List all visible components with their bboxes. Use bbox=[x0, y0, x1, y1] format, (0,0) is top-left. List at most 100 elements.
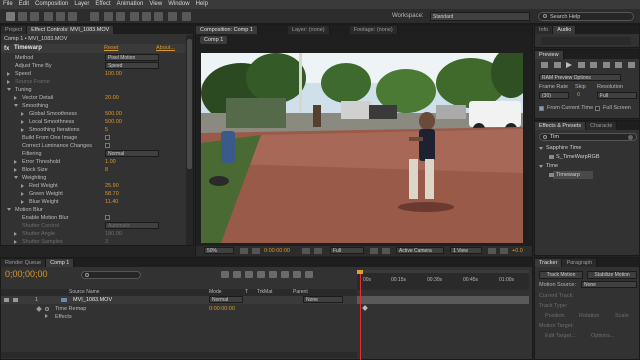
property-value[interactable]: 58.70 bbox=[105, 190, 119, 198]
col-trkmat[interactable]: TrkMat bbox=[257, 289, 272, 296]
first-frame-icon[interactable] bbox=[541, 62, 548, 68]
tab-project[interactable]: Project bbox=[1, 26, 28, 34]
property-value[interactable]: 11.40 bbox=[105, 198, 118, 206]
hand-tool-icon[interactable] bbox=[18, 12, 27, 21]
roto-brush-tool-icon[interactable] bbox=[168, 12, 177, 21]
fx-icon[interactable]: fx bbox=[4, 46, 9, 52]
frame-blending-icon[interactable] bbox=[257, 271, 265, 278]
ram-preview-icon[interactable] bbox=[627, 62, 635, 68]
work-area-bar[interactable] bbox=[357, 270, 529, 273]
ram-preview-options-dropdown[interactable]: RAM Preview Options bbox=[539, 74, 621, 81]
preview-resolution-dropdown[interactable]: Full bbox=[597, 92, 637, 99]
puppet-tool-icon[interactable] bbox=[182, 12, 191, 21]
property-value[interactable]: 20.00 bbox=[105, 94, 119, 102]
tab-info[interactable]: Info bbox=[535, 26, 554, 34]
expand-triangle-icon[interactable] bbox=[7, 80, 10, 84]
pan-behind-tool-icon[interactable] bbox=[68, 12, 77, 21]
audio-speaker-icon[interactable] bbox=[13, 298, 18, 302]
property-row[interactable]: Block Size 8 bbox=[1, 166, 185, 174]
expand-triangle-icon[interactable] bbox=[21, 200, 24, 204]
transparency-grid-icon[interactable] bbox=[382, 248, 390, 254]
menu-edit[interactable]: Edit bbox=[16, 0, 32, 9]
play-icon[interactable] bbox=[566, 62, 573, 68]
pen-tool-icon[interactable] bbox=[104, 12, 113, 21]
expand-triangle-icon[interactable] bbox=[21, 112, 24, 116]
camera-tool-icon[interactable] bbox=[56, 12, 65, 21]
tab-layer[interactable]: Layer: (none) bbox=[287, 26, 330, 34]
time-ruler[interactable]: 00s 00:15s 00:30s 00:45s 01:00s bbox=[357, 270, 529, 290]
clone-stamp-tool-icon[interactable] bbox=[142, 12, 151, 21]
expand-triangle-icon[interactable] bbox=[14, 104, 18, 107]
expand-triangle-icon[interactable] bbox=[14, 168, 17, 172]
workspace-dropdown[interactable]: Standard bbox=[430, 12, 530, 21]
property-checkbox[interactable] bbox=[105, 135, 110, 140]
property-row[interactable]: Smoothing Iterations 5 bbox=[1, 126, 185, 134]
expand-triangle-icon[interactable] bbox=[14, 160, 17, 164]
property-value[interactable]: 500.00 bbox=[105, 110, 122, 118]
property-checkbox[interactable] bbox=[105, 143, 110, 148]
property-dropdown[interactable]: Pixel Motion bbox=[105, 54, 159, 61]
expand-triangle-icon[interactable] bbox=[7, 208, 11, 211]
next-frame-icon[interactable] bbox=[577, 62, 585, 68]
property-dropdown[interactable]: Normal bbox=[105, 150, 159, 157]
timeline-search-field[interactable] bbox=[81, 271, 141, 279]
property-row[interactable]: Shutter Angle 180.00 bbox=[1, 230, 185, 238]
property-dropdown[interactable]: Speed bbox=[105, 62, 159, 69]
expand-triangle-icon[interactable] bbox=[21, 128, 24, 132]
expand-triangle-icon[interactable] bbox=[14, 232, 17, 236]
property-row[interactable]: Smoothing bbox=[1, 102, 185, 110]
search-help-field[interactable]: Search Help bbox=[538, 12, 634, 21]
property-row[interactable]: Enable Motion Blur bbox=[1, 214, 185, 222]
brush-tool-icon[interactable] bbox=[130, 12, 139, 21]
current-time-indicator[interactable] bbox=[360, 270, 361, 360]
type-tool-icon[interactable] bbox=[116, 12, 125, 21]
expand-triangle-icon[interactable] bbox=[14, 176, 18, 179]
property-row[interactable]: Error Threshold 1.00 bbox=[1, 158, 185, 166]
property-row[interactable]: Source Frame bbox=[1, 78, 185, 86]
property-value[interactable]: 180.00 bbox=[105, 230, 122, 238]
tab-effects-presets[interactable]: Effects & Presets bbox=[535, 122, 587, 130]
property-row[interactable]: Weighting bbox=[1, 174, 185, 182]
tab-character[interactable]: Characte bbox=[586, 122, 618, 130]
from-current-time-checkbox[interactable] bbox=[539, 106, 544, 111]
motion-source-dropdown[interactable]: None bbox=[581, 281, 637, 288]
expand-triangle-icon[interactable] bbox=[14, 240, 17, 244]
frame-rate-dropdown[interactable]: (30) bbox=[539, 92, 569, 99]
camera-snapshot-icon[interactable] bbox=[302, 248, 310, 254]
property-row[interactable]: Tuning bbox=[1, 86, 185, 94]
col-t[interactable]: T bbox=[245, 289, 248, 296]
reset-link[interactable]: Reset bbox=[104, 45, 118, 51]
camera-view-dropdown[interactable]: Active Camera bbox=[396, 247, 444, 254]
property-row[interactable]: Red Weight 25.90 bbox=[1, 182, 185, 190]
effects-tree-item[interactable]: Time bbox=[535, 162, 639, 170]
property-row[interactable]: Speed 100.00 bbox=[1, 70, 185, 78]
pixel-aspect-icon[interactable] bbox=[488, 248, 496, 254]
layer-name[interactable]: MVI_1083.MOV bbox=[73, 296, 112, 304]
comp-breadcrumb[interactable]: Comp 1 bbox=[200, 36, 228, 44]
tab-effect-controls[interactable]: Effect Controls: MVI_1083.MOV bbox=[27, 26, 115, 34]
expand-triangle-icon[interactable] bbox=[21, 184, 24, 188]
property-row[interactable]: Correct Luminance Changes bbox=[1, 142, 185, 150]
property-row[interactable]: Filtering Normal bbox=[1, 150, 185, 158]
tab-composition[interactable]: Composition: Comp 1 bbox=[196, 26, 258, 34]
previous-frame-icon[interactable] bbox=[553, 62, 561, 68]
full-screen-checkbox[interactable] bbox=[595, 106, 600, 111]
property-row[interactable]: Motion Blur bbox=[1, 206, 185, 214]
visibility-eye-icon[interactable] bbox=[4, 298, 9, 302]
rectangle-tool-icon[interactable] bbox=[90, 12, 99, 21]
col-source-name[interactable]: Source Name bbox=[69, 289, 100, 296]
about-link[interactable]: About... bbox=[156, 45, 175, 51]
menu-window[interactable]: Window bbox=[165, 0, 192, 9]
last-frame-icon[interactable] bbox=[590, 62, 598, 68]
parent-dropdown[interactable]: None bbox=[303, 296, 343, 303]
tab-audio[interactable]: Audio bbox=[553, 26, 577, 34]
time-remap-row[interactable]: Time Remap 0:00:00:00 bbox=[1, 305, 357, 313]
expand-triangle-icon[interactable] bbox=[21, 120, 24, 124]
effects-tree-item[interactable]: Timewarp bbox=[535, 171, 639, 179]
hide-shy-layers-icon[interactable] bbox=[245, 271, 253, 278]
safe-zones-icon[interactable] bbox=[240, 248, 248, 254]
fast-previews-icon[interactable] bbox=[500, 248, 508, 254]
tab-comp-timeline[interactable]: Comp 1 bbox=[46, 259, 75, 267]
expand-triangle-icon[interactable] bbox=[7, 72, 10, 76]
keyframe-nav-icon[interactable] bbox=[36, 306, 42, 312]
